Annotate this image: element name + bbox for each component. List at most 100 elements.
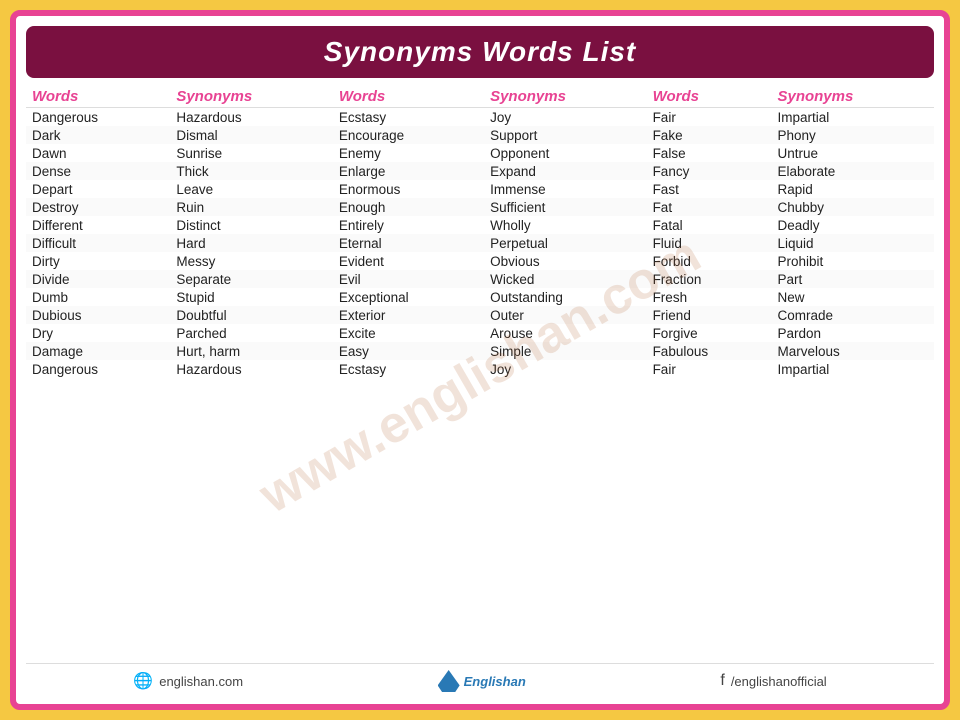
synonym-cell: Distinct <box>170 216 332 234</box>
synonym-cell: Wholly <box>484 216 646 234</box>
synonym-cell: Joy <box>484 360 646 378</box>
synonym-cell: Support <box>484 126 646 144</box>
synonym-cell: Impartial <box>771 108 934 127</box>
word-cell: Fraction <box>647 270 772 288</box>
word-cell: Damage <box>26 342 170 360</box>
synonym-cell: Wicked <box>484 270 646 288</box>
synonym-cell: Phony <box>771 126 934 144</box>
synonym-cell: Hazardous <box>170 108 332 127</box>
synonym-cell: New <box>771 288 934 306</box>
synonyms-table: Words Synonyms Words Synonyms Words Syno… <box>26 86 934 378</box>
synonym-cell: Sufficient <box>484 198 646 216</box>
synonym-cell: Pardon <box>771 324 934 342</box>
word-cell: Evil <box>333 270 484 288</box>
synonym-cell: Elaborate <box>771 162 934 180</box>
synonym-cell: Doubtful <box>170 306 332 324</box>
synonym-cell: Obvious <box>484 252 646 270</box>
table-row: DirtyMessyEvidentObviousForbidProhibit <box>26 252 934 270</box>
word-cell: Dawn <box>26 144 170 162</box>
table-area: www.englishan.com Words Synonyms Words S… <box>26 86 934 663</box>
word-cell: Dark <box>26 126 170 144</box>
synonym-cell: Hurt, harm <box>170 342 332 360</box>
word-cell: Dubious <box>26 306 170 324</box>
word-cell: Fresh <box>647 288 772 306</box>
synonym-cell: Simple <box>484 342 646 360</box>
synonym-cell: Ruin <box>170 198 332 216</box>
synonym-cell: Impartial <box>771 360 934 378</box>
table-row: DifferentDistinctEntirelyWhollyFatalDead… <box>26 216 934 234</box>
word-cell: Evident <box>333 252 484 270</box>
col-header-synonyms3: Synonyms <box>771 86 934 108</box>
table-row: DamageHurt, harmEasySimpleFabulousMarvel… <box>26 342 934 360</box>
word-cell: Exterior <box>333 306 484 324</box>
synonym-cell: Dismal <box>170 126 332 144</box>
synonym-cell: Hazardous <box>170 360 332 378</box>
word-cell: Fair <box>647 360 772 378</box>
word-cell: Encourage <box>333 126 484 144</box>
synonym-cell: Arouse <box>484 324 646 342</box>
title-bar: Synonyms Words List <box>26 26 934 78</box>
word-cell: Dense <box>26 162 170 180</box>
word-cell: False <box>647 144 772 162</box>
word-cell: Exceptional <box>333 288 484 306</box>
word-cell: Excite <box>333 324 484 342</box>
word-cell: Dangerous <box>26 108 170 127</box>
word-cell: Dirty <box>26 252 170 270</box>
word-cell: Forbid <box>647 252 772 270</box>
synonym-cell: Parched <box>170 324 332 342</box>
word-cell: Eternal <box>333 234 484 252</box>
synonym-cell: Opponent <box>484 144 646 162</box>
word-cell: Forgive <box>647 324 772 342</box>
table-row: DestroyRuinEnoughSufficientFatChubby <box>26 198 934 216</box>
table-row: DawnSunriseEnemyOpponentFalseUntrue <box>26 144 934 162</box>
synonym-cell: Thick <box>170 162 332 180</box>
brand-label: Englishan <box>464 674 526 689</box>
word-cell: Fancy <box>647 162 772 180</box>
website-label: englishan.com <box>159 674 243 689</box>
word-cell: Friend <box>647 306 772 324</box>
synonym-cell: Untrue <box>771 144 934 162</box>
table-header-row: Words Synonyms Words Synonyms Words Syno… <box>26 86 934 108</box>
word-cell: Dangerous <box>26 360 170 378</box>
globe-icon: 🌐 <box>133 671 153 691</box>
synonym-cell: Part <box>771 270 934 288</box>
table-row: DifficultHardEternalPerpetualFluidLiquid <box>26 234 934 252</box>
word-cell: Dumb <box>26 288 170 306</box>
synonym-cell: Leave <box>170 180 332 198</box>
footer-brand: Englishan <box>438 670 526 692</box>
table-row: DenseThickEnlargeExpandFancyElaborate <box>26 162 934 180</box>
footer: 🌐 englishan.com Englishan f /englishanof… <box>26 663 934 694</box>
col-header-words3: Words <box>647 86 772 108</box>
synonym-cell: Liquid <box>771 234 934 252</box>
synonym-cell: Expand <box>484 162 646 180</box>
word-cell: Fabulous <box>647 342 772 360</box>
synonym-cell: Hard <box>170 234 332 252</box>
table-row: DepartLeaveEnormousImmenseFastRapid <box>26 180 934 198</box>
word-cell: Fatal <box>647 216 772 234</box>
word-cell: Fair <box>647 108 772 127</box>
word-cell: Enough <box>333 198 484 216</box>
word-cell: Ecstasy <box>333 360 484 378</box>
synonym-cell: Messy <box>170 252 332 270</box>
table-row: DumbStupidExceptionalOutstandingFreshNew <box>26 288 934 306</box>
col-header-words2: Words <box>333 86 484 108</box>
word-cell: Easy <box>333 342 484 360</box>
word-cell: Depart <box>26 180 170 198</box>
synonym-cell: Immense <box>484 180 646 198</box>
synonym-cell: Deadly <box>771 216 934 234</box>
synonym-cell: Outer <box>484 306 646 324</box>
synonym-cell: Sunrise <box>170 144 332 162</box>
word-cell: Entirely <box>333 216 484 234</box>
table-row: DubiousDoubtfulExteriorOuterFriendComrad… <box>26 306 934 324</box>
word-cell: Difficult <box>26 234 170 252</box>
footer-website: 🌐 englishan.com <box>133 671 243 691</box>
word-cell: Enlarge <box>333 162 484 180</box>
footer-social: f /englishanofficial <box>720 672 826 690</box>
word-cell: Fast <box>647 180 772 198</box>
word-cell: Ecstasy <box>333 108 484 127</box>
word-cell: Enemy <box>333 144 484 162</box>
word-cell: Dry <box>26 324 170 342</box>
col-header-synonyms1: Synonyms <box>170 86 332 108</box>
word-cell: Divide <box>26 270 170 288</box>
synonym-cell: Outstanding <box>484 288 646 306</box>
